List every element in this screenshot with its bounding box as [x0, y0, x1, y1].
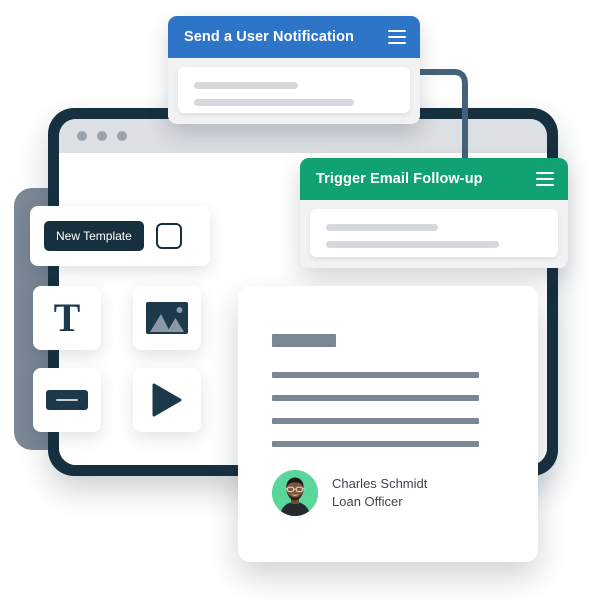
followup-card-body	[300, 200, 568, 268]
image-icon	[146, 302, 188, 334]
notification-card-title: Send a User Notification	[184, 29, 354, 45]
followup-card-panel	[310, 209, 558, 257]
browser-titlebar	[59, 119, 547, 153]
document-line	[272, 418, 479, 424]
notification-card-header: Send a User Notification	[168, 16, 420, 58]
window-dot-minimize-icon[interactable]	[97, 131, 107, 141]
illustration-scene: Send a User Notification Trigger Email F…	[0, 0, 600, 600]
document-card: Charles Schmidt Loan Officer	[238, 286, 538, 562]
placeholder-line	[194, 99, 354, 106]
author-text: Charles Schmidt Loan Officer	[332, 476, 427, 511]
document-author: Charles Schmidt Loan Officer	[272, 470, 427, 516]
author-role: Loan Officer	[332, 494, 403, 509]
button-tool-tile[interactable]	[33, 368, 101, 432]
notification-card-panel	[178, 67, 410, 113]
traffic-lights	[77, 131, 127, 141]
author-name: Charles Schmidt	[332, 475, 428, 491]
followup-card: Trigger Email Follow-up	[300, 158, 568, 268]
followup-card-header: Trigger Email Follow-up	[300, 158, 568, 200]
document-line	[272, 395, 479, 401]
window-dot-close-icon[interactable]	[77, 131, 87, 141]
text-T-icon: T	[53, 295, 81, 340]
placeholder-line	[194, 82, 298, 89]
image-tool-tile[interactable]	[133, 286, 201, 350]
window-dot-maximize-icon[interactable]	[117, 131, 127, 141]
followup-card-title: Trigger Email Follow-up	[316, 171, 483, 187]
play-icon	[152, 383, 182, 417]
button-icon	[46, 390, 88, 410]
hamburger-icon[interactable]	[536, 172, 554, 186]
document-line	[272, 372, 479, 378]
document-heading-placeholder	[272, 334, 336, 347]
text-tool-tile[interactable]: T	[33, 286, 101, 350]
template-toolbar: New Template	[30, 206, 210, 266]
notification-card-body	[168, 58, 420, 124]
avatar	[272, 470, 318, 516]
notification-card: Send a User Notification	[168, 16, 420, 124]
placeholder-line	[326, 224, 439, 231]
avatar-photo	[272, 470, 318, 516]
new-template-button[interactable]: New Template	[44, 221, 144, 251]
document-line	[272, 441, 479, 447]
placeholder-line	[326, 241, 499, 248]
video-tool-tile[interactable]	[133, 368, 201, 432]
document-body-lines	[272, 372, 504, 447]
hamburger-icon[interactable]	[388, 30, 406, 44]
template-checkbox[interactable]	[155, 223, 182, 249]
